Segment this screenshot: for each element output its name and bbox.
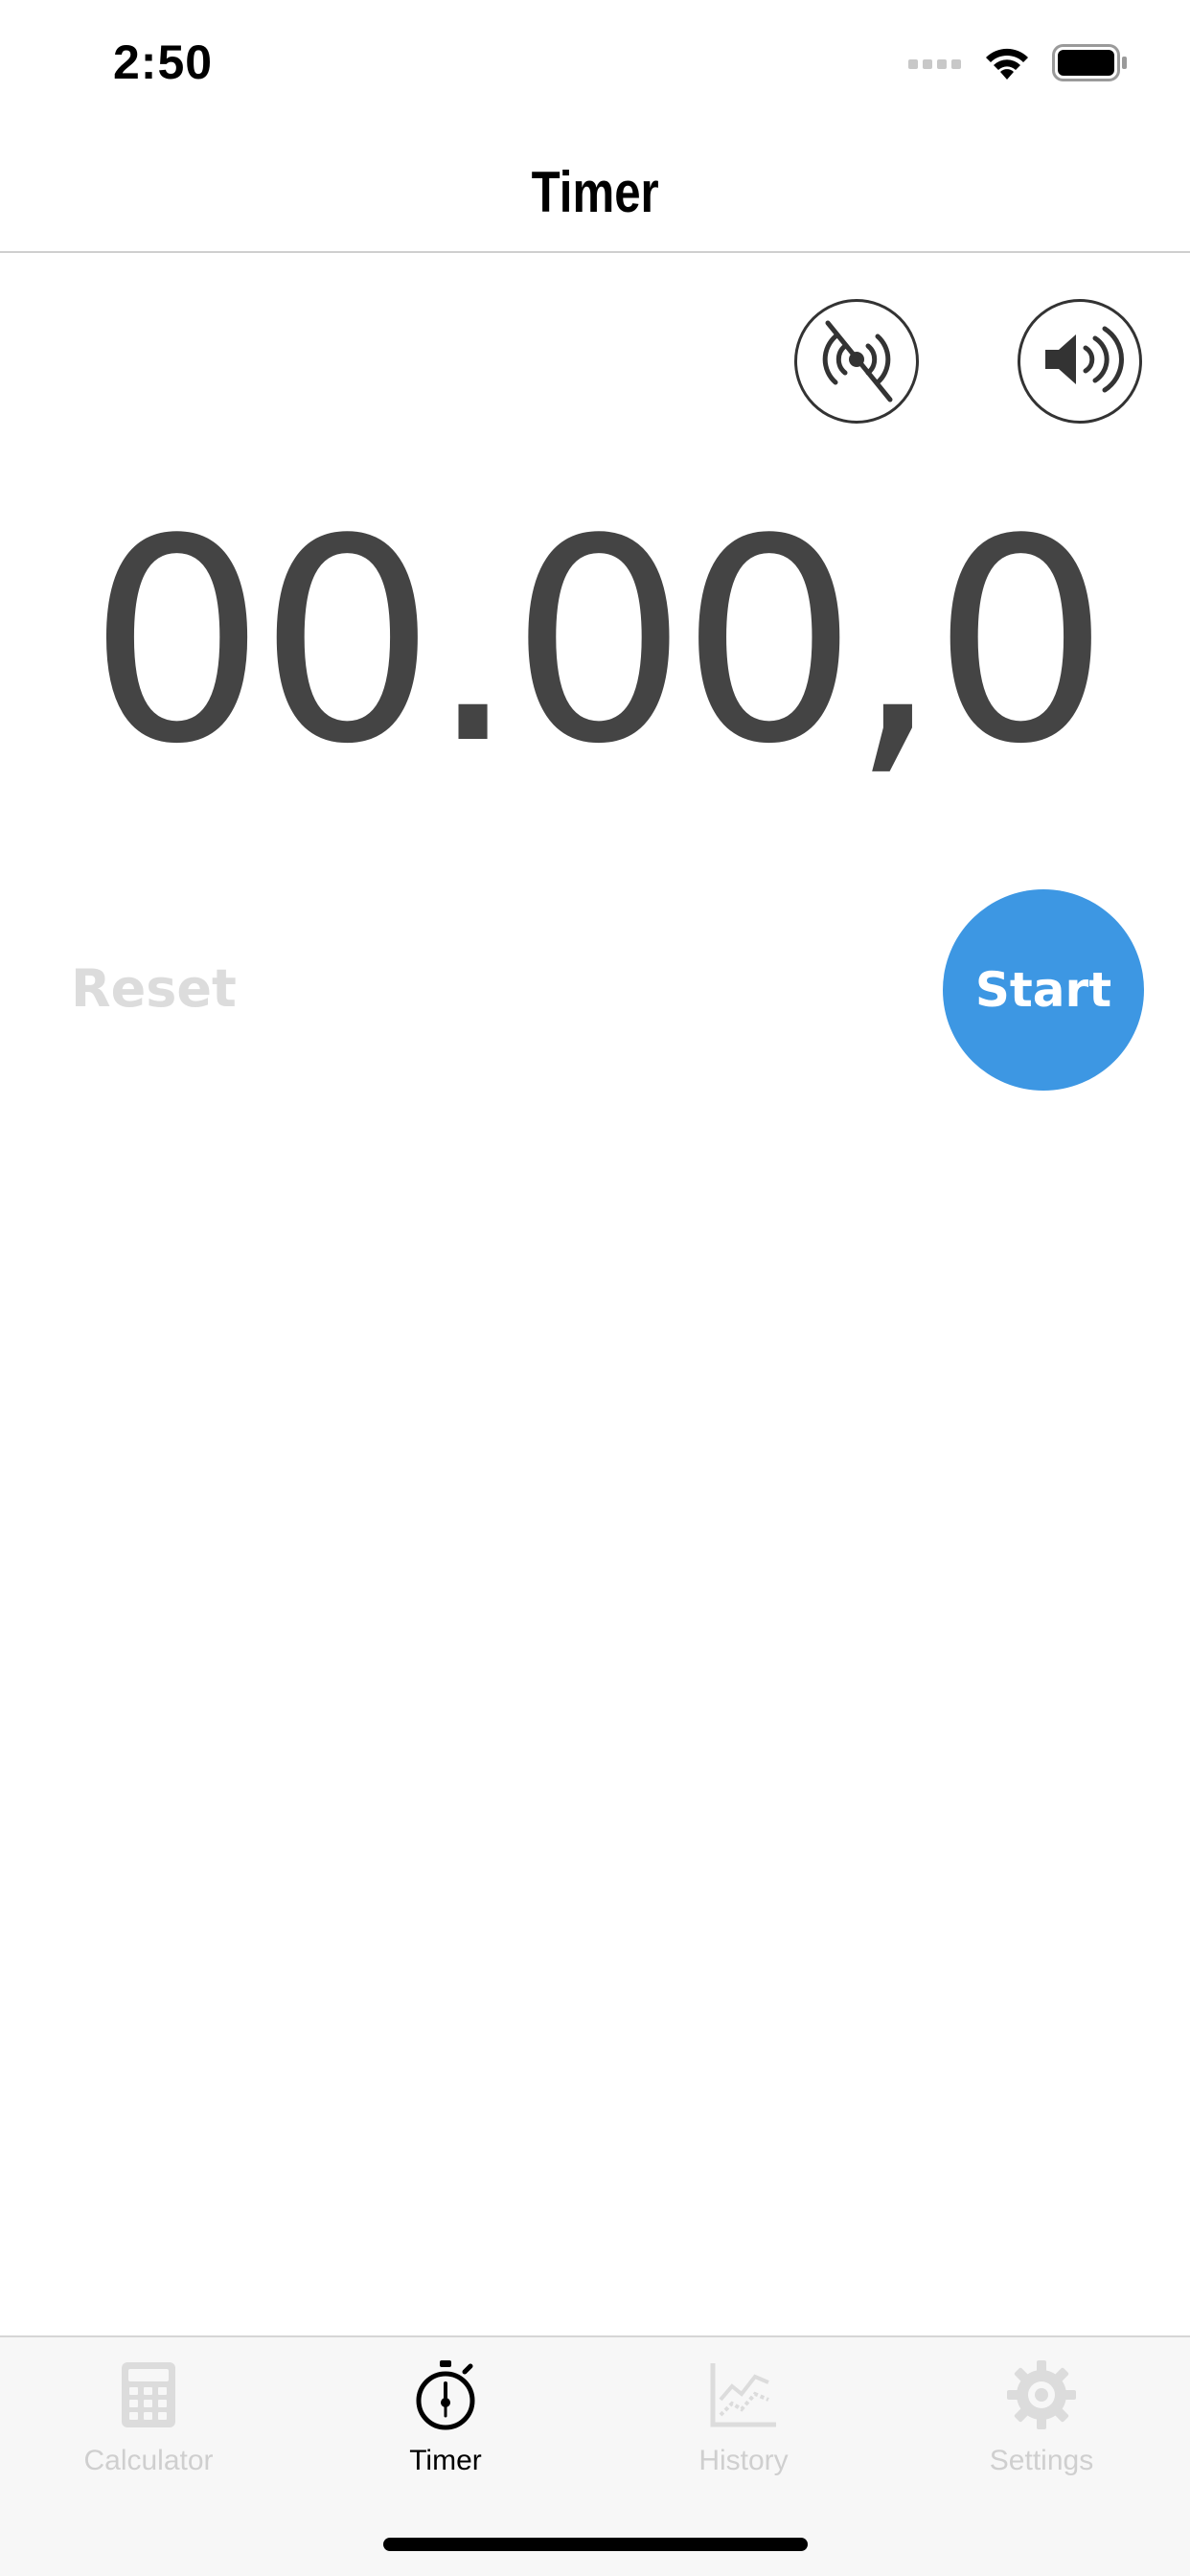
reset-button[interactable]: Reset — [71, 958, 237, 1019]
tab-label-calculator: Calculator — [83, 2445, 214, 2476]
battery-icon — [1052, 43, 1129, 87]
page-title: Timer — [531, 159, 659, 224]
vibration-off-icon — [809, 311, 904, 412]
vibration-toggle-button[interactable] — [794, 299, 919, 424]
calculator-icon — [110, 2357, 187, 2433]
status-bar: 2:50 — [0, 0, 1190, 126]
sound-on-icon — [1032, 311, 1128, 412]
tab-label-history: History — [698, 2445, 789, 2476]
status-icons — [908, 43, 1129, 87]
tab-settings[interactable]: Settings — [893, 2357, 1190, 2500]
stopwatch-icon — [407, 2357, 484, 2433]
tab-calculator[interactable]: Calculator — [0, 2357, 297, 2500]
gear-icon — [1003, 2357, 1080, 2433]
tab-label-timer: Timer — [409, 2445, 482, 2476]
signal-icon — [908, 57, 962, 75]
tab-timer[interactable]: Timer — [297, 2357, 594, 2500]
timer-display: 00.00,0 — [87, 479, 1110, 805]
chart-icon — [705, 2357, 782, 2433]
nav-bar: Timer — [0, 126, 1190, 253]
status-time: 2:50 — [113, 35, 214, 89]
home-indicator[interactable] — [383, 2538, 808, 2551]
tab-label-settings: Settings — [989, 2445, 1094, 2476]
tab-history[interactable]: History — [595, 2357, 892, 2500]
start-button[interactable]: Start — [943, 889, 1144, 1091]
wifi-icon — [983, 45, 1031, 86]
sound-toggle-button[interactable] — [1018, 299, 1142, 424]
